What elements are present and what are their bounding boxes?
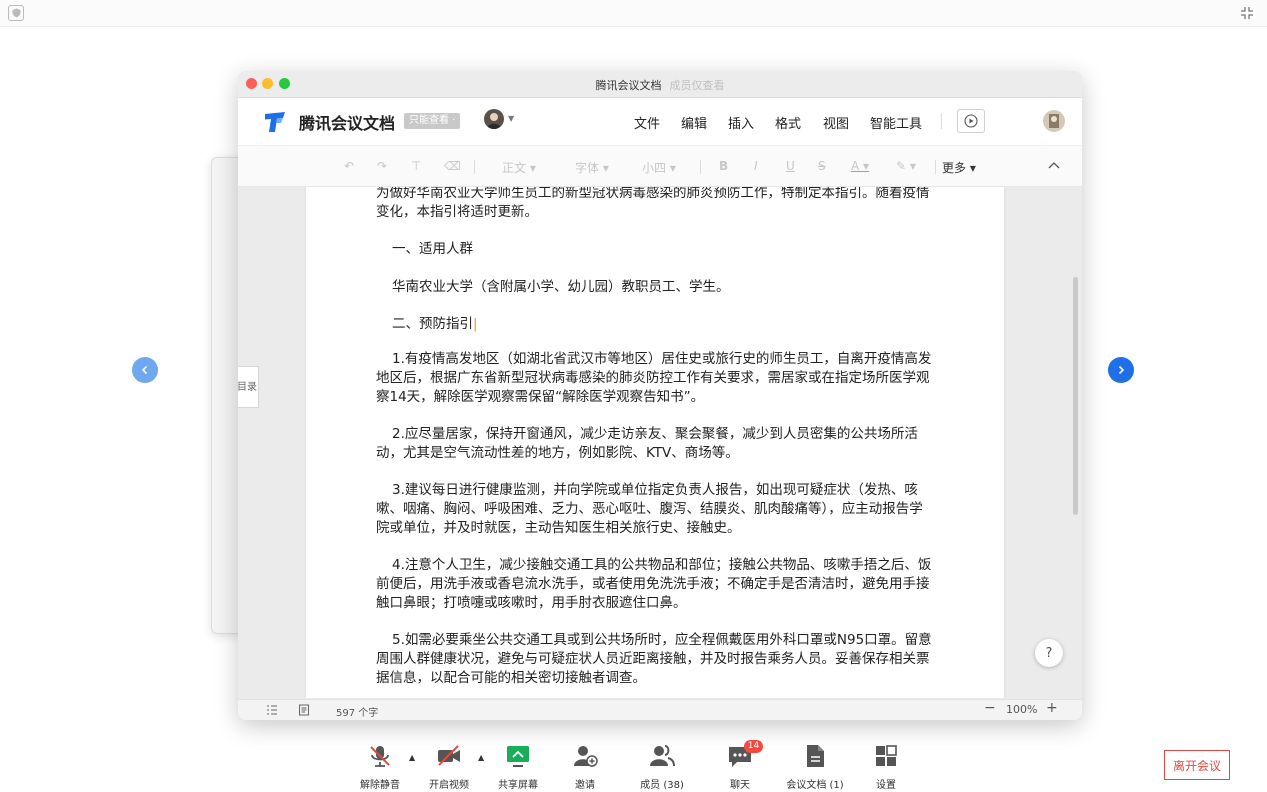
font-size-select[interactable]: 小四 ▾ [642,159,676,176]
app-name: 腾讯会议文档 [299,114,396,133]
page-view-icon[interactable] [298,704,310,716]
doc-paragraph: 2.应尽量居家，保持开窗通风，减少走访亲友、聚会聚餐，减少到人员密集的公共场所活… [376,426,918,461]
doc-paragraph: 4.注意个人卫生，减少接触交通工具的公共物品和部位；接触公共物品、咳嗽手捂之后、… [376,557,932,611]
next-arrow-button[interactable] [1108,357,1134,383]
zoom-out-button[interactable]: − [984,700,996,716]
menu-edit[interactable]: 编辑 [681,113,707,132]
meeting-toolbar: 解除静音 ▲ 开启视频 ▲ 共享屏幕 邀请 成员 (38) 聊天 会议文档 (1… [0,743,1267,792]
settings-grid-icon [876,745,897,766]
zoom-level[interactable]: 100% [1006,703,1037,716]
audio-options-caret[interactable]: ▲ [409,753,415,762]
zoom-in-button[interactable]: + [1046,700,1058,716]
outline-list-icon[interactable] [266,704,278,716]
members-button[interactable]: 成员 (38) [632,743,692,791]
chevron-down-icon[interactable]: ▼ [508,114,514,123]
doc-header: 腾讯会议文档 只能查看 · ▼ 文件 编辑 插入 格式 视图 智能工具 [238,98,1082,146]
font-select[interactable]: 字体 ▾ [575,159,609,176]
vertical-scrollbar[interactable] [1073,277,1078,515]
settings-button[interactable]: 设置 [856,743,916,791]
title-bar: 腾讯会议文档 成员仅查看 [238,71,1082,98]
owner-avatar[interactable] [1043,110,1065,132]
share-screen-button[interactable]: 共享屏幕 [488,743,548,791]
share-screen-icon [507,746,529,767]
collapse-toolbar-icon[interactable] [1048,158,1060,172]
video-options-caret[interactable]: ▲ [478,753,484,762]
menu-format[interactable]: 格式 [775,113,801,132]
highlight-icon[interactable]: ✎ ▾ [896,159,916,173]
bold-button[interactable]: B [719,159,728,173]
word-count: 597 个字 [336,708,379,719]
leave-meeting-button[interactable]: 离开会议 [1164,750,1230,780]
menu-file[interactable]: 文件 [634,113,660,132]
paragraph-style-select[interactable]: 正文 ▾ [502,159,536,176]
unmute-button[interactable]: 解除静音 [350,743,410,791]
status-bar: 597 个字 − 100% + [238,699,1082,720]
shield-icon[interactable] [8,5,24,21]
top-bar [0,0,1267,27]
user-avatar[interactable] [484,109,504,129]
italic-button[interactable]: I [754,159,758,173]
doc-heading: 二、预防指引| [392,316,478,332]
doc-paragraph: 为做好华南农业大学师生员工的新型冠状病毒感染的肺炎预防工作，特制定本指引。随着疫… [376,187,930,220]
font-color-button[interactable]: A ▾ [851,159,869,173]
camera-off-icon [438,745,460,766]
present-button[interactable] [957,109,985,133]
doc-paragraph: 华南农业大学（含附属小学、幼儿园）教职员工、学生。 [392,279,730,295]
doc-heading: 一、适用人群 [392,241,473,257]
readonly-badge[interactable]: 只能查看 · [404,113,461,129]
document-area: 目录 为做好华南农业大学师生员工的新型冠状病毒感染的肺炎预防工作，特制定本指引。… [238,187,1082,698]
document-icon [807,745,824,767]
members-icon [650,745,675,767]
invite-button[interactable]: 邀请 [555,743,615,791]
menu-smart-tools[interactable]: 智能工具 [870,113,922,132]
document-page: 为做好华南农业大学师生员工的新型冠状病毒感染的肺炎预防工作，特制定本指引。随着疫… [306,187,1004,698]
menu-view[interactable]: 视图 [823,113,849,132]
menu-divider [941,113,942,129]
mic-muted-icon [370,746,390,767]
strikethrough-button[interactable]: S [818,159,826,173]
play-icon [964,114,978,128]
meeting-docs-button[interactable]: 会议文档 (1) [785,743,845,791]
underline-button[interactable]: U [786,159,795,173]
clear-format-icon[interactable]: ⌫ [444,159,461,173]
menu-insert[interactable]: 插入 [728,113,754,132]
format-toolbar: ↶ ↷ ⊤ ⌫ 正文 ▾ 字体 ▾ 小四 ▾ B I U S A ▾ ✎ ▾ 更… [238,146,1082,187]
table-of-contents-tab[interactable]: 目录 [238,366,259,408]
tencent-docs-logo-icon [265,112,285,132]
window-subtitle: 成员仅查看 [669,79,725,92]
chat-unread-badge: 14 [744,740,763,753]
prev-arrow-button[interactable] [132,357,158,383]
format-painter-icon[interactable]: ⊤ [411,159,421,173]
help-button[interactable]: ? [1035,639,1063,667]
document-window: 腾讯会议文档 成员仅查看 腾讯会议文档 只能查看 · ▼ 文件 编辑 插入 格式 … [238,71,1082,720]
undo-icon[interactable]: ↶ [344,159,354,173]
doc-paragraph: 3.建议每日进行健康监测，并向学院或单位指定负责人报告，如出现可疑症状（发热、咳… [376,482,923,536]
start-video-button[interactable]: 开启视频 [419,743,479,791]
more-button[interactable]: 更多 ▾ [942,159,976,176]
window-title: 腾讯会议文档 成员仅查看 [595,79,725,92]
add-user-icon [574,746,598,767]
exit-fullscreen-icon[interactable] [1239,5,1255,21]
redo-icon[interactable]: ↷ [377,159,387,173]
doc-paragraph: 1.有疫情高发地区（如湖北省武汉市等地区）居住史或旅行史的师生员工，自离开疫情高… [376,351,932,405]
doc-paragraph: 5.如需必要乘坐公共交通工具或到公共场所时，应全程佩戴医用外科口罩或N95口罩。… [376,632,932,686]
